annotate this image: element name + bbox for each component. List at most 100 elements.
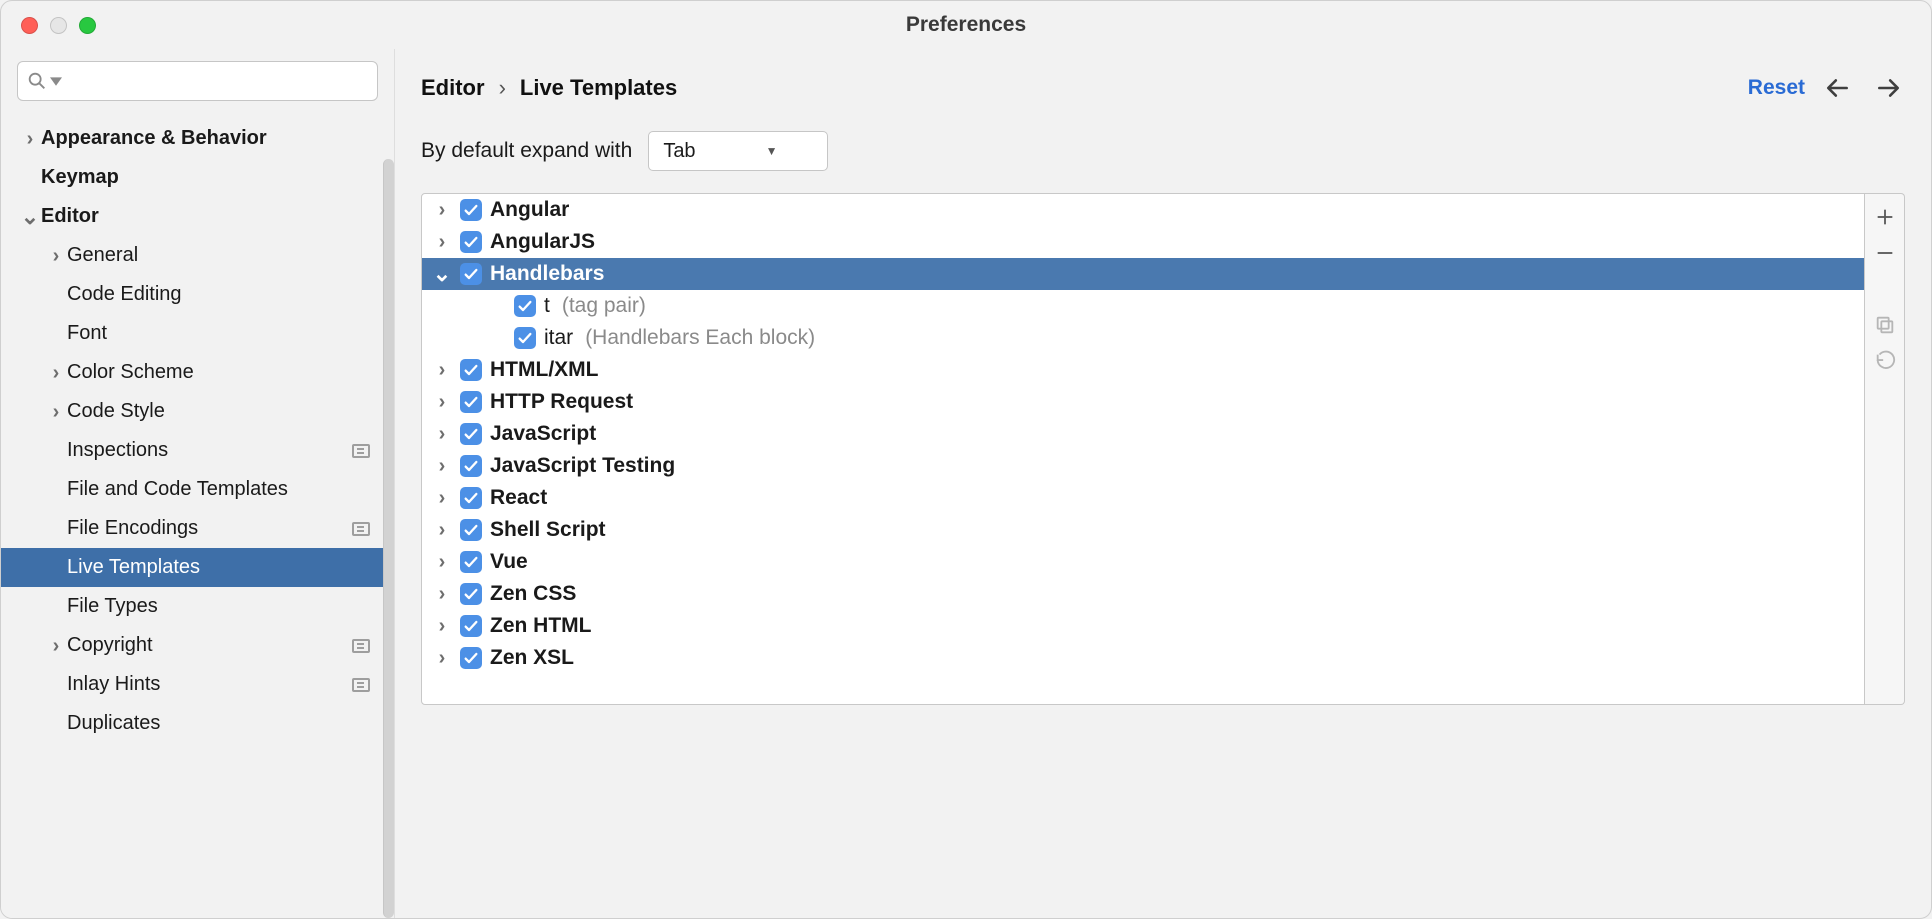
project-scope-icon (352, 444, 370, 458)
breadcrumb-leaf: Live Templates (520, 75, 677, 101)
sidebar-item-label: File and Code Templates (67, 478, 370, 501)
close-window-button[interactable] (21, 17, 38, 34)
sidebar-item[interactable]: Duplicates (1, 704, 394, 743)
back-button[interactable] (1821, 71, 1855, 105)
template-group[interactable]: ›Angular (422, 194, 1864, 226)
sidebar-item-label: Copyright (67, 634, 352, 657)
template-group[interactable]: ›HTTP Request (422, 386, 1864, 418)
sidebar-item[interactable]: Font (1, 314, 394, 353)
remove-template-button[interactable] (1869, 236, 1901, 270)
chevron-right-icon[interactable]: › (432, 460, 452, 472)
chevron-right-icon[interactable]: › (432, 204, 452, 216)
reset-link[interactable]: Reset (1748, 76, 1805, 100)
settings-tree[interactable]: ›Appearance & BehaviorKeymap⌄Editor›Gene… (1, 111, 394, 743)
window-title: Preferences (1, 13, 1931, 37)
template-group[interactable]: › Vue (422, 546, 1864, 578)
checkbox[interactable] (460, 487, 482, 509)
template-group[interactable]: ›JavaScript (422, 418, 1864, 450)
sidebar-item-label: Inlay Hints (67, 673, 352, 696)
template-name: Vue (490, 550, 528, 574)
breadcrumb-root[interactable]: Editor (421, 75, 485, 101)
chevron-right-icon[interactable]: › (19, 132, 41, 146)
checkbox[interactable] (460, 231, 482, 253)
expand-with-select[interactable]: Tab ▼ (648, 131, 828, 171)
sidebar-item-label: Code Editing (67, 283, 370, 306)
sidebar-item[interactable]: ⌄Editor (1, 197, 394, 236)
checkbox[interactable] (460, 391, 482, 413)
sidebar-item[interactable]: ›Appearance & Behavior (1, 119, 394, 158)
minimize-window-button[interactable] (50, 17, 67, 34)
checkbox[interactable] (460, 583, 482, 605)
template-group[interactable]: ›Zen XSL (422, 642, 1864, 674)
template-group[interactable]: ›AngularJS (422, 226, 1864, 258)
sidebar-item-label: Live Templates (67, 556, 370, 579)
chevron-right-icon[interactable]: › (45, 249, 67, 263)
forward-button[interactable] (1871, 71, 1905, 105)
template-name: Zen CSS (490, 582, 576, 606)
chevron-right-icon[interactable]: › (432, 652, 452, 664)
checkbox[interactable] (460, 551, 482, 573)
checkbox[interactable] (460, 359, 482, 381)
checkbox[interactable] (460, 615, 482, 637)
sidebar-item[interactable]: ›Code Style (1, 392, 394, 431)
sidebar-item-label: Color Scheme (67, 361, 370, 384)
sidebar-item[interactable]: Inlay Hints (1, 665, 394, 704)
template-group[interactable]: › React (422, 482, 1864, 514)
chevron-right-icon[interactable]: › (432, 396, 452, 408)
chevron-down-icon[interactable]: ⌄ (19, 210, 41, 224)
template-name: Shell Script (490, 518, 606, 542)
sidebar-item[interactable]: ›Copyright (1, 626, 394, 665)
chevron-down-icon[interactable]: ⌄ (432, 268, 452, 280)
template-name: HTML/XML (490, 358, 598, 382)
search-input[interactable] (64, 70, 369, 93)
checkbox[interactable] (514, 327, 536, 349)
sidebar-item[interactable]: Code Editing (1, 275, 394, 314)
chevron-right-icon[interactable]: › (432, 428, 452, 440)
sidebar-item-label: Duplicates (67, 712, 370, 735)
search-history-icon[interactable] (50, 75, 62, 87)
chevron-right-icon[interactable]: › (432, 364, 452, 376)
checkbox[interactable] (460, 455, 482, 477)
chevron-right-icon[interactable]: › (432, 556, 452, 568)
chevron-right-icon[interactable]: › (45, 366, 67, 380)
template-group[interactable]: › HTML/XML (422, 354, 1864, 386)
checkbox[interactable] (460, 263, 482, 285)
templates-tree[interactable]: ›Angular›AngularJS⌄Handlebarst(tag pair)… (421, 193, 1865, 705)
sidebar-item-label: File Types (67, 595, 370, 618)
template-item[interactable]: itar(Handlebars Each block) (422, 322, 1864, 354)
chevron-right-icon[interactable]: › (45, 405, 67, 419)
chevron-right-icon[interactable]: › (432, 524, 452, 536)
checkbox[interactable] (460, 423, 482, 445)
chevron-right-icon[interactable]: › (432, 236, 452, 248)
template-item[interactable]: t(tag pair) (422, 290, 1864, 322)
sidebar-item[interactable]: File Encodings (1, 509, 394, 548)
template-group[interactable]: ⌄Handlebars (422, 258, 1864, 290)
sidebar-scrollbar[interactable] (383, 159, 394, 918)
chevron-right-icon[interactable]: › (432, 492, 452, 504)
sidebar-item[interactable]: Keymap (1, 158, 394, 197)
template-name: React (490, 486, 547, 510)
checkbox[interactable] (460, 519, 482, 541)
sidebar-item[interactable]: Inspections (1, 431, 394, 470)
chevron-right-icon[interactable]: › (432, 620, 452, 632)
sidebar: ›Appearance & BehaviorKeymap⌄Editor›Gene… (1, 49, 395, 918)
zoom-window-button[interactable] (79, 17, 96, 34)
sidebar-item[interactable]: File and Code Templates (1, 470, 394, 509)
checkbox[interactable] (460, 199, 482, 221)
template-group[interactable]: › Zen CSS (422, 578, 1864, 610)
add-template-button[interactable] (1869, 200, 1901, 234)
duplicate-template-button[interactable] (1869, 308, 1901, 342)
search-field[interactable] (17, 61, 378, 101)
checkbox[interactable] (460, 647, 482, 669)
sidebar-item[interactable]: ›General (1, 236, 394, 275)
restore-template-button[interactable] (1869, 344, 1901, 378)
chevron-right-icon[interactable]: › (432, 588, 452, 600)
template-group[interactable]: ›Zen HTML (422, 610, 1864, 642)
checkbox[interactable] (514, 295, 536, 317)
sidebar-item[interactable]: Live Templates (1, 548, 394, 587)
chevron-right-icon[interactable]: › (45, 639, 67, 653)
sidebar-item[interactable]: File Types (1, 587, 394, 626)
sidebar-item[interactable]: ›Color Scheme (1, 353, 394, 392)
template-group[interactable]: ›JavaScript Testing (422, 450, 1864, 482)
template-group[interactable]: › Shell Script (422, 514, 1864, 546)
